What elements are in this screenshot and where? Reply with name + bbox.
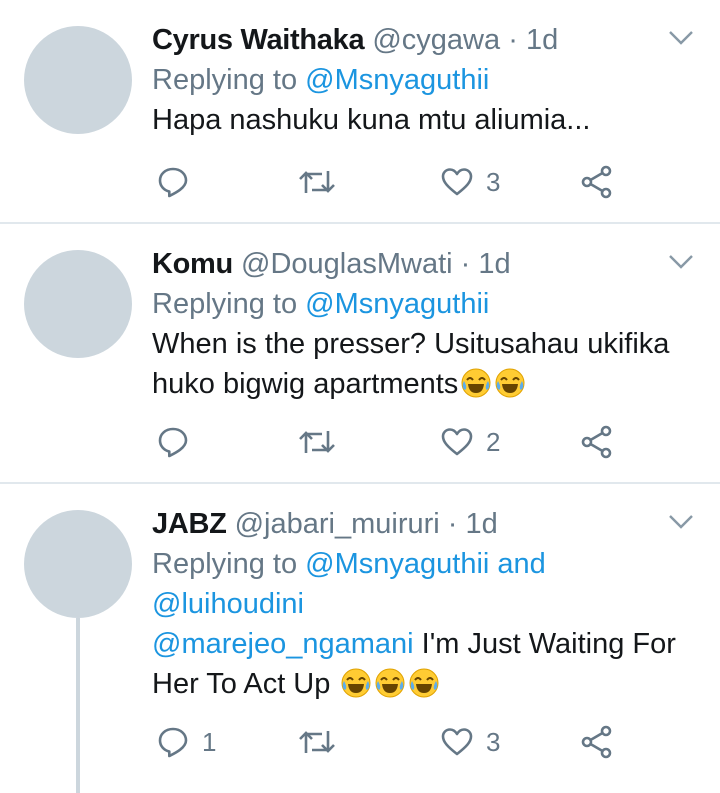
tweet-header: JABZ @jabari_muiruri · 1d bbox=[152, 504, 700, 544]
reply-button[interactable]: 1 bbox=[156, 722, 216, 762]
tweet-body: Cyrus Waithaka @cygawa · 1d Replying to … bbox=[152, 20, 700, 140]
tweet-body: Komu @DouglasMwati · 1d Replying to @Msn… bbox=[152, 244, 700, 404]
tweet-text: @marejeo_ngamani I'm Just Waiting For He… bbox=[152, 624, 700, 704]
heart-icon bbox=[441, 428, 473, 456]
timestamp[interactable]: 1d bbox=[466, 508, 498, 540]
tweet-header: Cyrus Waithaka @cygawa · 1d bbox=[152, 20, 700, 60]
replying-to-mention[interactable]: @Msnyaguthii bbox=[305, 548, 489, 580]
retweet-button[interactable] bbox=[298, 422, 348, 462]
reply-count: 1 bbox=[202, 726, 217, 757]
separator-dot: · bbox=[447, 508, 458, 540]
like-button[interactable]: 2 bbox=[440, 422, 500, 462]
tweet-text-fragment: I'm Just Waiting For bbox=[421, 628, 676, 660]
face-with-tears-of-joy-emoji bbox=[375, 668, 405, 698]
reply-button[interactable] bbox=[156, 162, 202, 202]
user-handle[interactable]: @jabari_muiruri bbox=[235, 508, 440, 540]
avatar[interactable] bbox=[24, 510, 132, 618]
share-icon bbox=[581, 425, 612, 459]
replying-to-label: Replying to bbox=[152, 288, 298, 320]
reply-button[interactable] bbox=[156, 422, 202, 462]
tweet-text-line: @marejeo_ngamani I'm Just Waiting For bbox=[152, 624, 700, 664]
tweet-header: Komu @DouglasMwati · 1d bbox=[152, 244, 700, 284]
face-with-tears-of-joy-emoji bbox=[495, 368, 525, 398]
tweet-actions: 3 bbox=[152, 162, 720, 202]
tweet[interactable]: Komu @DouglasMwati · 1d Replying to @Msn… bbox=[0, 224, 720, 484]
replying-to-mention[interactable]: @Msnyaguthii bbox=[305, 288, 489, 320]
tweet-actions: 1 3 bbox=[152, 722, 720, 762]
like-button[interactable]: 3 bbox=[440, 162, 500, 202]
replying-to-mention[interactable]: @luihoudini bbox=[152, 588, 304, 620]
replying-to: Replying to @Msnyaguthii and @luihoudini bbox=[152, 544, 700, 624]
tweet-text: Hapa nashuku kuna mtu aliumia... bbox=[152, 104, 591, 136]
display-name[interactable]: JABZ bbox=[152, 508, 227, 540]
heart-icon bbox=[441, 728, 473, 756]
face-with-tears-of-joy-emoji bbox=[409, 668, 439, 698]
replying-to-label: Replying to bbox=[152, 548, 298, 580]
replying-to-label: Replying to bbox=[152, 64, 298, 96]
timestamp[interactable]: 1d bbox=[526, 24, 558, 56]
tweet-body: JABZ @jabari_muiruri · 1d Replying to @M… bbox=[152, 504, 700, 704]
replying-to: Replying to @Msnyaguthii bbox=[152, 284, 700, 324]
retweet-button[interactable] bbox=[298, 162, 348, 202]
replying-to-and[interactable]: and bbox=[497, 548, 545, 580]
replying-to: Replying to @Msnyaguthii bbox=[152, 60, 700, 100]
share-icon bbox=[581, 725, 612, 759]
like-count: 3 bbox=[486, 726, 501, 757]
reply-icon bbox=[158, 427, 188, 458]
tweet-actions: 2 bbox=[152, 422, 720, 462]
retweet-icon bbox=[299, 171, 335, 193]
avatar[interactable] bbox=[24, 250, 132, 358]
separator-dot: · bbox=[508, 24, 518, 56]
separator-dot: · bbox=[460, 248, 471, 280]
retweet-button[interactable] bbox=[298, 722, 348, 762]
tweet-text-line: huko bigwig apartments bbox=[152, 368, 459, 400]
like-count: 2 bbox=[486, 426, 501, 457]
text-mention[interactable]: @marejeo_ngamani bbox=[152, 628, 414, 660]
user-handle[interactable]: @cygawa bbox=[372, 24, 500, 56]
share-button[interactable] bbox=[580, 162, 614, 202]
replying-to-mention[interactable]: @Msnyaguthii bbox=[305, 64, 489, 96]
tweet-text: When is the presser? Usitusahau ukifika … bbox=[152, 324, 700, 404]
reply-icon bbox=[158, 167, 188, 198]
like-button[interactable]: 3 bbox=[440, 722, 500, 762]
tweet-text-line: When is the presser? Usitusahau ukifika bbox=[152, 328, 670, 360]
heart-icon bbox=[441, 168, 473, 196]
reply-icon bbox=[158, 727, 188, 758]
tweet-text-line-with-emoji: Her To Act Up bbox=[152, 664, 700, 704]
face-with-tears-of-joy-emoji bbox=[461, 368, 491, 398]
tweet[interactable]: JABZ @jabari_muiruri · 1d Replying to @M… bbox=[0, 484, 720, 793]
retweet-icon bbox=[299, 731, 335, 753]
tweet[interactable]: Cyrus Waithaka @cygawa · 1d Replying to … bbox=[0, 0, 720, 224]
share-icon bbox=[581, 165, 612, 199]
share-button[interactable] bbox=[580, 422, 614, 462]
user-handle[interactable]: @DouglasMwati bbox=[241, 248, 453, 280]
display-name[interactable]: Cyrus Waithaka bbox=[152, 24, 365, 56]
timestamp[interactable]: 1d bbox=[478, 248, 510, 280]
face-with-tears-of-joy-emoji bbox=[341, 668, 371, 698]
tweet-text-fragment: Her To Act Up bbox=[152, 668, 331, 700]
thread-connector-line bbox=[76, 618, 80, 793]
like-count: 3 bbox=[486, 166, 501, 197]
retweet-icon bbox=[299, 431, 335, 453]
share-button[interactable] bbox=[580, 722, 614, 762]
display-name[interactable]: Komu bbox=[152, 248, 233, 280]
tweet-text-line-with-emoji: huko bigwig apartments bbox=[152, 364, 700, 404]
avatar[interactable] bbox=[24, 26, 132, 134]
